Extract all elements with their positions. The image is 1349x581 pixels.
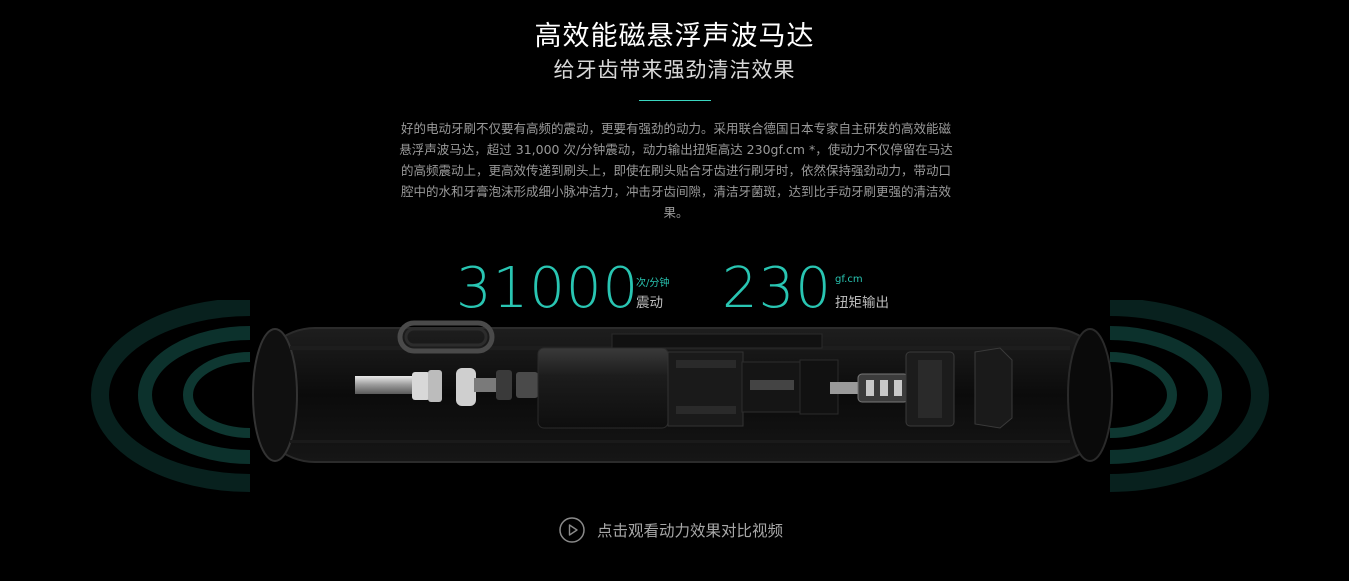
watch-video-link[interactable]: 点击观看动力效果对比视频 [559, 515, 783, 545]
stat-unit: gf.cm [835, 274, 863, 285]
watch-video-label: 点击观看动力效果对比视频 [597, 522, 784, 540]
section-description: 好的电动牙刷不仅要有高频的震动，更要有强劲的动力。采用联合德国日本专家自主研发的… [399, 121, 953, 220]
motor-feature-section: 高效能磁悬浮声波马达 给牙齿带来强劲清洁效果 好的电动牙刷不仅要有高频的震动，更… [0, 0, 1349, 581]
section-subtitle: 给牙齿带来强劲清洁效果 [553, 58, 796, 82]
title-divider [639, 100, 711, 101]
play-circle-icon [559, 517, 585, 543]
motor-illustration [91, 300, 1269, 510]
stat-unit: 次/分钟 [636, 278, 670, 289]
section-title: 高效能磁悬浮声波马达 [534, 21, 815, 52]
